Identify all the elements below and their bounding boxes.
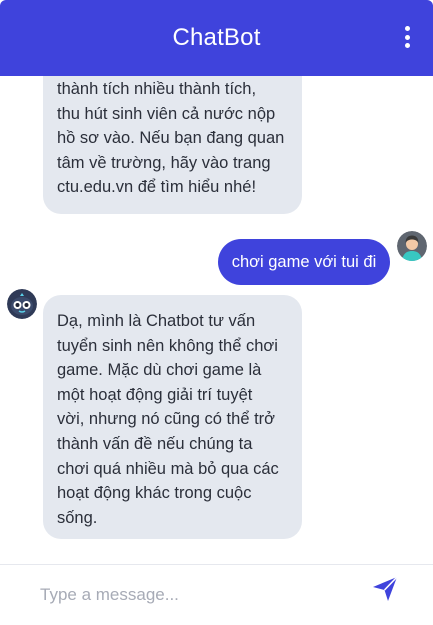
menu-dot bbox=[404, 26, 410, 31]
chat-header: ChatBot bbox=[0, 0, 433, 76]
bot-avatar bbox=[7, 289, 37, 319]
bot-message-text: Dạ, mình là Chatbot tư vấn tuyển sinh nê… bbox=[57, 312, 279, 527]
message-input[interactable] bbox=[26, 577, 346, 613]
user-message: chơi game với tui đi bbox=[218, 239, 390, 285]
chat-title: ChatBot bbox=[172, 24, 261, 51]
menu-dot bbox=[404, 43, 410, 48]
bot-message-text: thành tích nhiều thành tích, thu hút sin… bbox=[57, 80, 285, 197]
user-avatar bbox=[397, 231, 427, 261]
user-message-text: chơi game với tui đi bbox=[231, 252, 377, 271]
bot-message: thành tích nhiều thành tích, thu hút sin… bbox=[43, 76, 302, 214]
message-list[interactable]: thành tích nhiều thành tích, thu hút sin… bbox=[0, 76, 433, 564]
more-vertical-icon[interactable] bbox=[403, 26, 411, 48]
message-composer bbox=[0, 564, 433, 625]
send-icon[interactable] bbox=[371, 575, 399, 603]
bot-message: Dạ, mình là Chatbot tư vấn tuyển sinh nê… bbox=[43, 295, 302, 539]
menu-dot bbox=[404, 34, 410, 40]
chat-window: ChatBot thành tích nhiều thành tích, thu… bbox=[0, 0, 433, 625]
